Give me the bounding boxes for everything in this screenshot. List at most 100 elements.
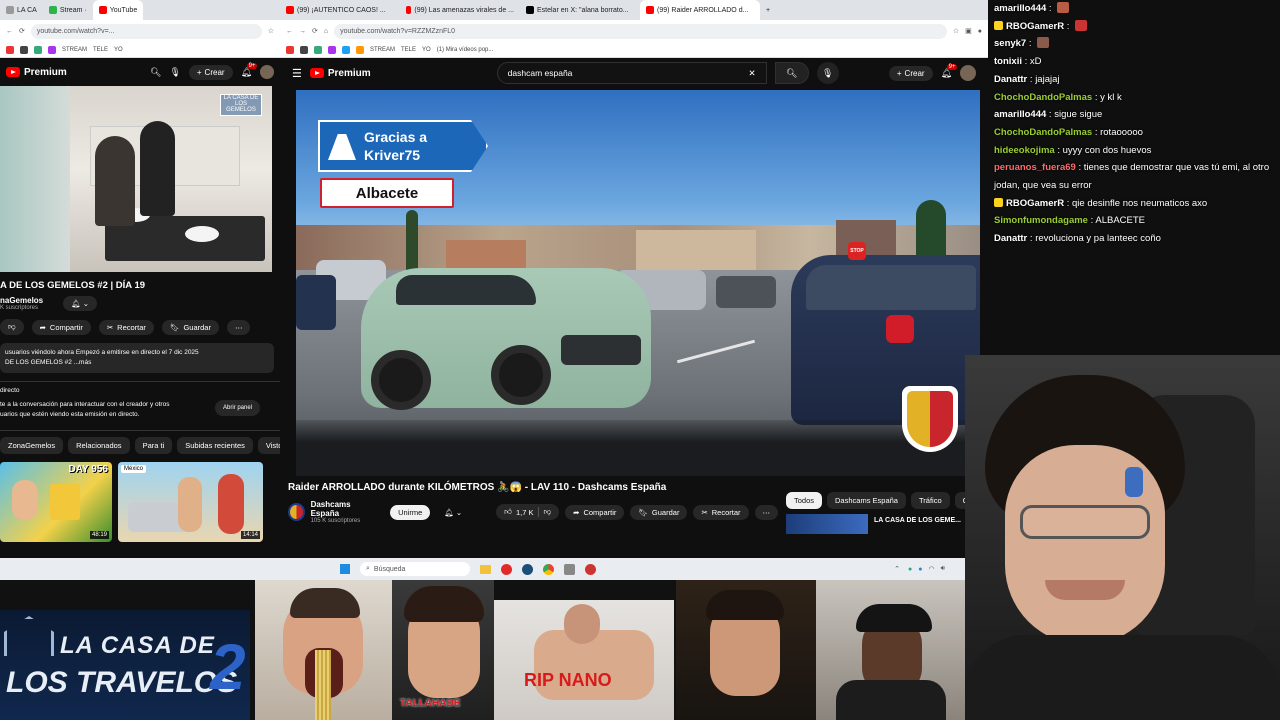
forward-icon[interactable]: → xyxy=(299,28,306,35)
left-description-box[interactable]: usuarios viéndolo ahora Empezó a emitirs… xyxy=(0,343,274,373)
chat-username[interactable]: peruanos_fuera69 xyxy=(994,162,1076,173)
open-panel-button[interactable]: Abrir panel xyxy=(214,400,260,416)
tray-app-icon[interactable]: ● xyxy=(908,566,912,573)
bookmark-icon[interactable] xyxy=(342,45,350,54)
chat-username[interactable]: RBOGamerR xyxy=(1006,21,1064,32)
left-more-button[interactable]: ⋯ xyxy=(226,319,251,335)
bookmark-icon[interactable] xyxy=(314,45,322,54)
chip-visto[interactable]: Visto xyxy=(257,437,280,454)
main-tab-4[interactable]: (99) Raider ARROLLADO d... xyxy=(640,0,760,20)
chat-username[interactable]: ChochoDandoPalmas xyxy=(994,127,1092,138)
left-clip-button[interactable]: ✂ Recortar xyxy=(98,319,154,335)
chip-todos[interactable]: Todos xyxy=(786,492,823,509)
search-input[interactable]: dashcam españa xyxy=(508,68,749,78)
youtube-premium-logo[interactable]: Premium xyxy=(6,67,67,78)
chip-relacionados[interactable]: Relacionados xyxy=(68,437,130,454)
chat-username[interactable]: amarillo444 xyxy=(994,3,1046,14)
bookmark-icon[interactable] xyxy=(328,45,336,54)
left-tab-1[interactable]: LA CA xyxy=(0,0,43,20)
subscribed-bell-button[interactable]: 🔔︎ ⌄ xyxy=(63,296,98,311)
tray-app-icon[interactable]: ● xyxy=(918,566,922,573)
left-url-field[interactable]: youtube.com/watch?v=... xyxy=(30,23,262,39)
windows-start-icon[interactable] xyxy=(340,564,350,574)
left-channel-name[interactable]: naGemelos xyxy=(0,296,43,305)
chrome-icon[interactable] xyxy=(543,563,554,575)
bookmark-icon[interactable] xyxy=(356,45,364,54)
main-clip-button[interactable]: ✂ Recortar xyxy=(693,504,749,520)
bookmark-folder[interactable]: STREAM xyxy=(370,47,395,53)
like-button[interactable]: 👍︎ 1,7 K 👎︎ xyxy=(496,504,560,520)
main-channel-name[interactable]: Dashcams España xyxy=(311,500,375,518)
home-icon[interactable]: ⌂ xyxy=(324,28,328,35)
volume-icon[interactable]: 🔊︎ xyxy=(941,565,945,573)
main-share-button[interactable]: ➦ Compartir xyxy=(565,504,625,520)
app-icon[interactable] xyxy=(564,563,575,575)
thumbs-down-icon[interactable]: 👎︎ xyxy=(537,507,551,517)
chat-username[interactable]: hideeokojima xyxy=(994,145,1055,156)
bookmark-icon[interactable] xyxy=(6,45,14,54)
bookmark-icon[interactable] xyxy=(300,45,308,54)
main-video-player[interactable]: STOP Gracias a Kriver75 Albacete xyxy=(296,90,980,476)
search-bar[interactable]: dashcam españa ✕ xyxy=(496,62,767,84)
wifi-icon[interactable]: ◠ xyxy=(928,565,934,573)
bookmark-folder[interactable]: STREAM xyxy=(62,47,87,53)
left-dislike-button[interactable]: 👎︎ xyxy=(0,319,24,335)
left-save-button[interactable]: 🔖︎ Guardar xyxy=(161,319,219,335)
bookmark-icon[interactable] xyxy=(286,45,294,54)
channel-avatar[interactable] xyxy=(288,503,305,521)
hamburger-menu-icon[interactable]: ☰ xyxy=(292,67,302,80)
chat-username[interactable]: Simonfumondagame xyxy=(994,215,1088,226)
create-button[interactable]: + Crear xyxy=(188,64,233,80)
avatar[interactable] xyxy=(260,65,274,79)
join-button[interactable]: Unirme xyxy=(390,504,431,520)
extensions-icon[interactable]: ▣ xyxy=(965,27,972,35)
clear-search-icon[interactable]: ✕ xyxy=(749,68,756,79)
bookmark-link[interactable]: (1) Mira vídeos pop... xyxy=(437,47,494,53)
mic-icon[interactable]: 🎙︎ xyxy=(169,67,180,78)
bookmark-icon[interactable] xyxy=(34,45,42,54)
chip-trafico[interactable]: Tráfico xyxy=(910,492,950,509)
chip-subidas-recientes[interactable]: Subidas recientes xyxy=(177,437,253,454)
avatar[interactable] xyxy=(960,65,976,81)
file-explorer-icon[interactable] xyxy=(480,564,491,574)
left-video-player[interactable]: LA CASA DE LOS GEMELOS xyxy=(0,86,272,272)
bookmark-icon[interactable] xyxy=(20,45,28,54)
app-icon[interactable] xyxy=(501,563,512,575)
chat-username[interactable]: RBOGamerR xyxy=(1006,198,1064,209)
profile-icon[interactable]: ● xyxy=(978,28,982,35)
bookmark-folder[interactable]: TELE xyxy=(93,47,108,53)
search-icon[interactable]: 🔍︎ xyxy=(150,67,161,78)
main-save-button[interactable]: 🔖︎ Guardar xyxy=(630,504,688,520)
left-share-button[interactable]: ➦ Compartir xyxy=(31,319,91,335)
recommended-thumbnail[interactable]: México 14:14 xyxy=(118,462,263,542)
notifications-icon[interactable]: 🔔︎ 9+ xyxy=(241,62,258,78)
main-tab-2[interactable]: (99) Las amenazas virales de ... xyxy=(400,0,520,20)
new-tab-icon[interactable]: + xyxy=(760,7,776,14)
create-button[interactable]: + Crear xyxy=(888,65,933,81)
search-button[interactable]: 🔍︎ xyxy=(774,62,809,84)
bookmark-folder[interactable]: YO xyxy=(114,47,123,53)
main-more-button[interactable]: ⋯ xyxy=(754,504,778,520)
bookmark-folder[interactable]: TELE xyxy=(401,47,416,53)
back-icon[interactable]: ← xyxy=(286,28,293,35)
star-icon[interactable]: ☆ xyxy=(268,27,274,35)
chip-dashcams-espana[interactable]: Dashcams España xyxy=(827,492,906,509)
chat-username[interactable]: Danattr xyxy=(994,233,1027,244)
left-tab-3[interactable]: YouTube xyxy=(92,0,144,20)
subscribed-bell-button[interactable]: 🔔︎ ⌄ xyxy=(436,505,470,520)
bookmark-icon[interactable] xyxy=(48,45,56,54)
voice-search-icon[interactable]: 🎙︎ xyxy=(816,62,839,84)
main-tab-3[interactable]: Estelar en X: "alana borrato... xyxy=(520,0,640,20)
star-icon[interactable]: ☆ xyxy=(953,27,959,35)
main-tab-1[interactable]: (99) ¡AUTENTICO CAOS! ... xyxy=(280,0,400,20)
chip-zonagemelos[interactable]: ZonaGemelos xyxy=(0,437,64,454)
reload-icon[interactable]: ⟳ xyxy=(19,27,25,35)
bookmark-folder[interactable]: YO xyxy=(422,47,431,53)
youtube-premium-logo[interactable]: Premium xyxy=(309,68,371,79)
chat-username[interactable]: amarillo444 xyxy=(994,109,1046,120)
tray-chevron-icon[interactable]: ⌃ xyxy=(894,565,900,573)
main-url-field[interactable]: youtube.com/watch?v=RZZMZznFL0 xyxy=(334,23,947,39)
side-video-item[interactable]: LA CASA DE LOS GEME... xyxy=(786,514,986,534)
chat-username[interactable]: senyk7 xyxy=(994,38,1026,49)
obs-icon[interactable] xyxy=(585,563,596,575)
